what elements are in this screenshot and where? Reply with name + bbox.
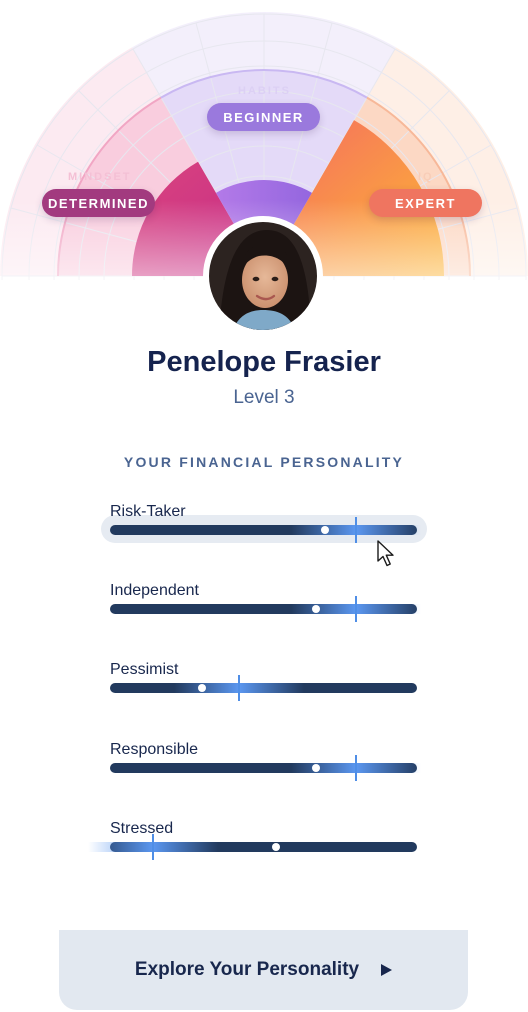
slider-marker[interactable] [355, 517, 357, 543]
user-photo [209, 222, 317, 330]
avatar [203, 216, 323, 336]
trait-label: Stressed [110, 820, 174, 837]
trait-pessimist[interactable]: Pessimist [0, 661, 528, 721]
trait-label: Pessimist [110, 661, 179, 678]
profile-name: Penelope Frasier [147, 346, 381, 378]
trait-label: Independent [110, 582, 199, 599]
trait-responsible[interactable]: Responsible [0, 741, 528, 801]
trait-slider[interactable] [110, 596, 421, 622]
trait-stressed[interactable]: Stressed [0, 820, 528, 880]
iq-badge[interactable]: EXPERT [369, 189, 482, 217]
slider-marker[interactable] [238, 675, 240, 701]
profile-level: Level 3 [233, 387, 295, 408]
slider-score-dot [312, 764, 320, 772]
mindset-badge[interactable]: DETERMINED [42, 189, 155, 217]
habits-axis-label: HABITS [238, 85, 291, 97]
trait-slider[interactable] [88, 834, 417, 860]
mouse-pointer-icon [377, 540, 394, 567]
slider-marker[interactable] [152, 834, 154, 860]
personality-section-title: YOUR FINANCIAL PERSONALITY [123, 454, 405, 470]
trait-slider[interactable] [110, 755, 421, 781]
trait-risk-taker[interactable]: Risk-Taker [0, 503, 528, 563]
trait-slider[interactable] [110, 675, 417, 701]
play-icon [381, 964, 393, 976]
slider-marker[interactable] [355, 755, 357, 781]
slider-marker[interactable] [355, 596, 357, 622]
trait-label: Risk-Taker [110, 503, 186, 520]
trait-independent[interactable]: Independent [0, 582, 528, 642]
explore-button-label: Explore Your Personality [134, 959, 360, 980]
slider-score-dot [312, 605, 320, 613]
mindset-axis-label: MINDSET [68, 171, 132, 183]
explore-personality-button[interactable]: Explore Your Personality [59, 930, 468, 1010]
slider-score-dot [321, 526, 329, 534]
personality-screen: MINDSET HABITS IQ DETERMINED BEGINNER EX… [0, 0, 528, 1012]
slider-score-dot [198, 684, 206, 692]
personality-radial-chart: MINDSET HABITS IQ DETERMINED BEGINNER EX… [0, 0, 528, 539]
trait-slider[interactable] [110, 517, 421, 543]
habits-badge[interactable]: BEGINNER [207, 103, 320, 131]
trait-label: Responsible [110, 741, 199, 758]
iq-axis-label: IQ [418, 171, 434, 183]
slider-score-dot [272, 843, 280, 851]
